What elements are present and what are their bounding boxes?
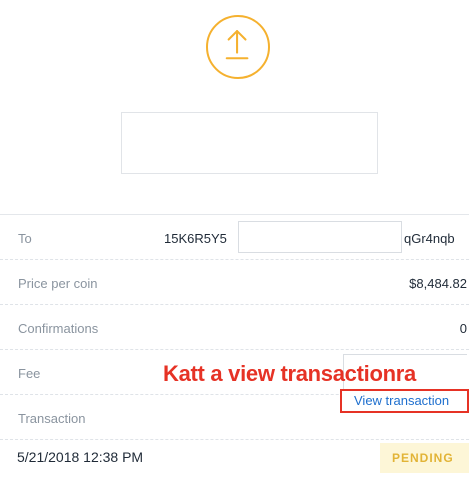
fee-label: Fee (18, 366, 41, 381)
confirmations-label: Confirmations (18, 321, 99, 336)
row-confirmations: Confirmations 0 (0, 305, 469, 350)
row-price-per-coin: Price per coin $8,484.82 (0, 260, 469, 305)
price-value: $8,484.82 (409, 276, 467, 291)
view-transaction-highlight: View transaction (340, 389, 469, 413)
confirmations-value: 0 (459, 321, 467, 336)
amount-redacted-box (121, 112, 378, 174)
to-address-end: qGr4nqb (404, 231, 455, 246)
transaction-date: 5/21/2018 12:38 PM (17, 449, 144, 465)
view-transaction-link[interactable]: View transaction (354, 393, 449, 408)
to-address-start: 15K6R5Y5 (164, 231, 227, 246)
send-status-icon (206, 15, 270, 79)
to-address-redacted (238, 221, 402, 253)
price-label: Price per coin (18, 276, 98, 291)
transaction-label: Transaction (18, 411, 86, 426)
upload-arrow-icon (225, 30, 249, 60)
annotation-text: Katt a view transactionra (163, 361, 416, 386)
status-badge: PENDING (380, 443, 469, 473)
row-to: To 15K6R5Y5 qGr4nqb (0, 215, 469, 260)
to-label: To (18, 231, 32, 246)
